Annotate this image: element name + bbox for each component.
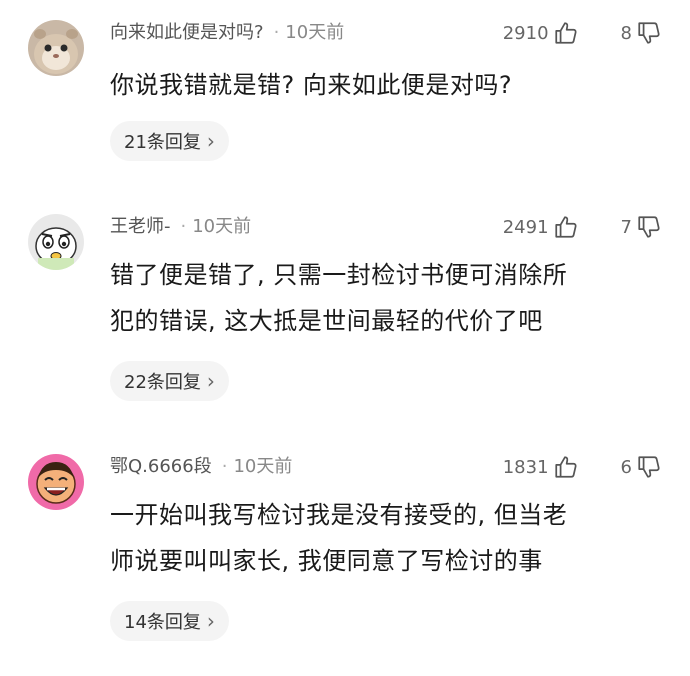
user-avatar[interactable] xyxy=(28,454,84,510)
thumbs-up-icon xyxy=(554,456,577,478)
cartoon-face-avatar-icon xyxy=(28,214,84,270)
hamster-avatar-icon xyxy=(28,20,84,76)
comment-line: 师说要叫叫家长, 我便同意了写检讨的事 xyxy=(110,547,543,575)
like-count: 2910 xyxy=(502,22,549,44)
comment-line: 一开始叫我写检讨我是没有接受的, 但当老 xyxy=(110,501,568,529)
comment-text: 错了便是错了, 只需一封检讨书便可消除所 犯的错误, 这大抵是世间最轻的代价了吧 xyxy=(110,252,655,344)
dislike-count: 8 xyxy=(620,22,632,44)
comment-meta: 鄂Q.6666段 · 10天前 xyxy=(110,454,292,480)
separator-dot: · xyxy=(180,216,187,237)
comment-meta: 向来如此便是对吗? · 10天前 xyxy=(110,20,344,46)
dislike-count: 6 xyxy=(620,456,632,478)
timestamp: 10天前 xyxy=(285,22,345,43)
comment-stats: 2910 8 xyxy=(503,18,662,48)
chevron-right-icon: › xyxy=(206,369,215,393)
username[interactable]: 鄂Q.6666段 xyxy=(110,456,212,477)
like-count: 2491 xyxy=(502,216,549,238)
dislike-button[interactable]: 8 xyxy=(621,20,662,46)
username[interactable]: 王老师- xyxy=(110,216,171,237)
like-button[interactable]: 2910 xyxy=(503,20,579,46)
comment-line: 犯的错误, 这大抵是世间最轻的代价了吧 xyxy=(110,307,543,335)
view-replies-button[interactable]: 21条回复 › xyxy=(110,121,229,161)
username[interactable]: 向来如此便是对吗? xyxy=(110,22,264,43)
timestamp: 10天前 xyxy=(192,216,252,237)
view-replies-button[interactable]: 14条回复 › xyxy=(110,601,229,641)
comment-stats: 1831 6 xyxy=(503,452,662,482)
laughing-man-avatar-icon xyxy=(28,454,84,510)
reply-count-label: 21条回复 xyxy=(124,132,201,153)
comment-stats: 2491 7 xyxy=(503,212,662,242)
timestamp: 10天前 xyxy=(233,456,293,477)
comment-line: 错了便是错了, 只需一封检讨书便可消除所 xyxy=(110,261,568,289)
dislike-count: 7 xyxy=(620,216,632,238)
comment-meta: 王老师- · 10天前 xyxy=(110,214,251,240)
like-button[interactable]: 1831 xyxy=(503,454,579,480)
comment-text: 你说我错就是错? 向来如此便是对吗? xyxy=(110,62,655,108)
view-replies-button[interactable]: 22条回复 › xyxy=(110,361,229,401)
thumbs-down-icon xyxy=(638,456,660,478)
user-avatar[interactable] xyxy=(28,214,84,270)
separator-dot: · xyxy=(221,456,228,477)
dislike-button[interactable]: 7 xyxy=(621,214,662,240)
like-count: 1831 xyxy=(502,456,549,478)
thumbs-up-icon xyxy=(554,22,577,44)
chevron-right-icon: › xyxy=(206,129,215,153)
comment-text: 一开始叫我写检讨我是没有接受的, 但当老 师说要叫叫家长, 我便同意了写检讨的事 xyxy=(110,492,655,584)
like-button[interactable]: 2491 xyxy=(503,214,579,240)
reply-count-label: 22条回复 xyxy=(124,372,201,393)
thumbs-down-icon xyxy=(638,216,660,238)
thumbs-up-icon xyxy=(554,216,577,238)
reply-count-label: 14条回复 xyxy=(124,612,201,633)
comment-line: 你说我错就是错? 向来如此便是对吗? xyxy=(110,71,513,99)
dislike-button[interactable]: 6 xyxy=(621,454,662,480)
thumbs-down-icon xyxy=(638,22,660,44)
chevron-right-icon: › xyxy=(206,609,215,633)
user-avatar[interactable] xyxy=(28,20,84,76)
separator-dot: · xyxy=(273,22,280,43)
